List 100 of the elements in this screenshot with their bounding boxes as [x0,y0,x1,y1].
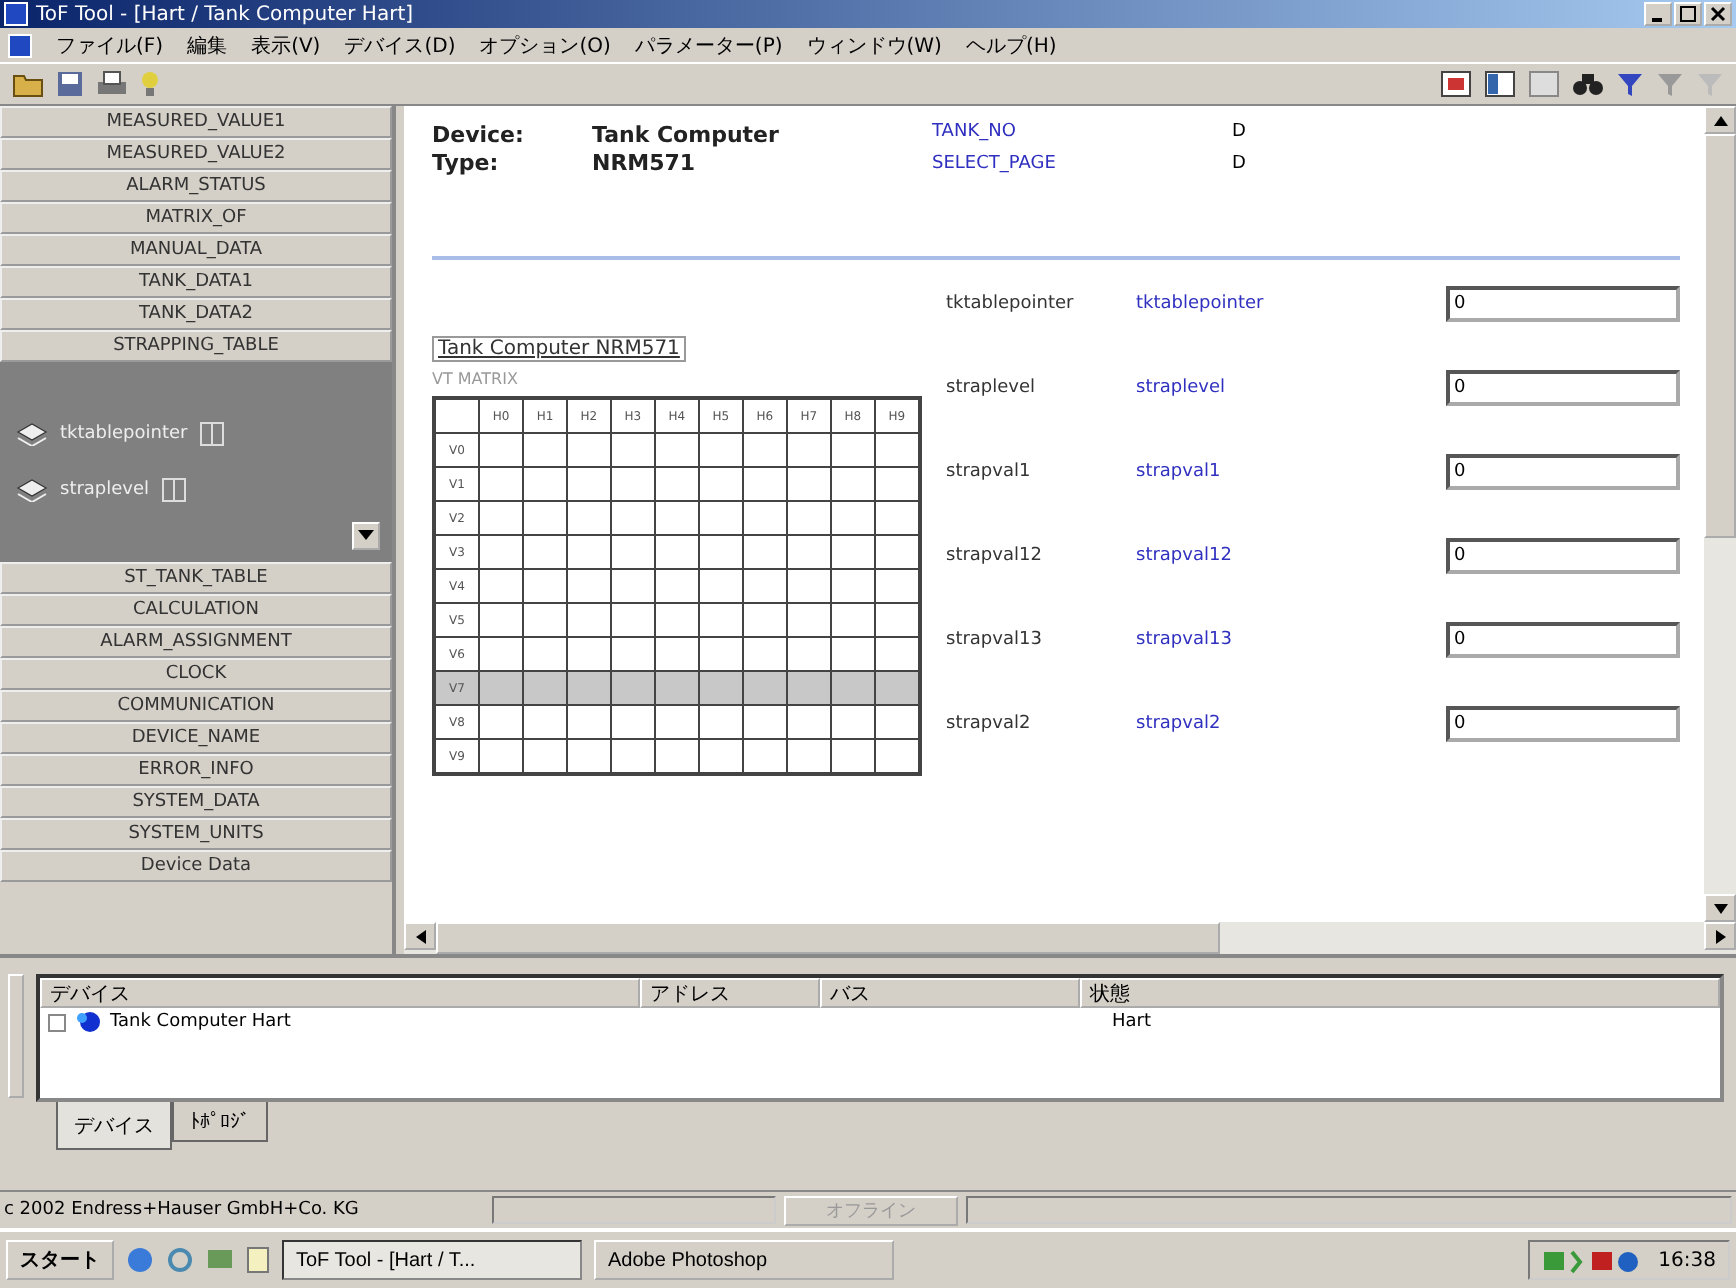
menu-item[interactable]: ウィンドウ(W) [806,31,942,59]
vertical-scrollbar[interactable] [1704,106,1736,922]
input-field[interactable]: 0 [1446,538,1680,574]
parameter-label: strapval1 [946,462,1033,482]
dropdown-button[interactable] [352,522,380,550]
sidebar-item[interactable]: SYSTEM_DATA [0,786,392,818]
tab[interactable]: ﾄﾎﾟﾛｼﾞ [172,1102,268,1142]
binoculars-icon[interactable] [1572,70,1604,98]
note-icon[interactable] [246,1246,270,1274]
device-icon [74,1010,102,1034]
sidebar-item[interactable]: ALARM_STATUS [0,170,392,202]
parameter-label: strapval2 [946,714,1033,734]
sidebar-item[interactable]: STRAPPING_TABLE [0,330,392,362]
parameter-name[interactable]: strapval2 [1136,714,1446,734]
scroll-right-button[interactable] [1704,922,1736,950]
save-icon[interactable] [56,70,84,98]
input-field[interactable]: 0 [1446,622,1680,658]
parameter-label: strapval12 [946,546,1044,566]
print-icon[interactable] [96,70,128,98]
folder-icon[interactable] [12,70,44,98]
parameter-name[interactable]: straplevel [1136,378,1446,398]
column-header[interactable]: 状態 [1080,978,1720,1008]
horizontal-scrollbar[interactable] [404,922,1736,954]
sidebar-item[interactable]: CLOCK [0,658,392,690]
taskbar-button[interactable]: ToF Tool - [Hart / T... [282,1240,582,1280]
panes-icon[interactable] [1484,70,1516,98]
parameter-name[interactable]: TANK_NO [932,122,1232,145]
sidebar-item[interactable]: MEASURED_VALUE2 [0,138,392,170]
expand-icon[interactable] [48,1013,66,1031]
sidebar-item[interactable]: COMMUNICATION [0,690,392,722]
app-icon [4,2,28,26]
menu-item[interactable]: デバイス(D) [344,31,456,59]
parameter-name[interactable]: tktablepointer [1136,294,1446,314]
scroll-down-button[interactable] [1704,894,1736,922]
panel-grip[interactable] [8,974,24,1098]
stack-icon [16,422,48,446]
menu-item[interactable]: ファイル(F) [56,31,164,59]
menu-item[interactable]: 編集 [187,31,228,59]
stack-icon [16,478,48,502]
left-arrow-icon [415,929,425,943]
column-header[interactable]: アドレス [640,978,820,1008]
input-field[interactable]: 0 [1446,370,1680,406]
start-button[interactable]: スタート [6,1240,114,1280]
sidebar-item[interactable]: Device Data [0,850,392,882]
caret-icon [358,530,374,542]
parameter-name[interactable]: SELECT_PAGE [932,153,1232,176]
funnel-icon[interactable] [1616,70,1644,98]
menu-item[interactable]: オプション(O) [479,31,611,59]
menu-item[interactable]: 表示(V) [251,31,321,59]
sidebar-item[interactable]: SYSTEM_UNITS [0,818,392,850]
grid-icon [199,422,224,446]
right-arrow-icon [1715,929,1725,943]
scroll-up-button[interactable] [1704,106,1736,134]
input-field[interactable]: 0 [1446,706,1680,742]
sidebar-item[interactable]: ALARM_ASSIGNMENT [0,626,392,658]
sidebar-item[interactable]: MANUAL_DATA [0,234,392,266]
sidebar-item[interactable]: MATRIX_OF [0,202,392,234]
clock: 16:38 [1658,1249,1716,1271]
parameter-label: tktablepointer [946,294,1076,314]
up-arrow-icon [1713,115,1727,125]
sidebar-item[interactable]: DEVICE_NAME [0,722,392,754]
close-button[interactable] [1704,2,1732,26]
parameter-name[interactable]: strapval13 [1136,630,1446,650]
scroll-left-button[interactable] [404,922,436,950]
sidebar-item[interactable]: ERROR_INFO [0,754,392,786]
parameter-value: D [1232,122,1248,145]
device-name: Tank Computer [592,122,781,148]
window-icon[interactable] [1440,70,1472,98]
globe-icon[interactable] [126,1246,154,1274]
status-mode: オフライン [784,1195,958,1225]
down-arrow-icon [1713,903,1727,913]
sidebar-item[interactable]: MEASURED_VALUE1 [0,106,392,138]
close-icon [1710,6,1726,22]
field-label: Type: [432,150,501,176]
device-type: NRM571 [592,150,698,176]
maximize-button[interactable] [1674,2,1702,26]
taskbar-button[interactable]: Adobe Photoshop [594,1240,894,1280]
minimize-button[interactable] [1644,2,1672,26]
menu-item[interactable]: パラメーター(P) [634,31,783,59]
parameter-value: D [1232,153,1248,176]
window-title: ToF Tool - [Hart / Tank Computer Hart] [36,3,414,25]
parameter-label: straplevel [946,378,1038,398]
input-field[interactable]: 0 [1446,454,1680,490]
field-label: Device: [432,122,526,148]
parameter-name[interactable]: strapval12 [1136,546,1446,566]
sidebar-item[interactable]: CALCULATION [0,594,392,626]
sidebar-item[interactable]: ST_TANK_TABLE [0,562,392,594]
sidebar-item[interactable]: TANK_DATA1 [0,266,392,298]
sidebar-item[interactable]: TANK_DATA2 [0,298,392,330]
parameter-name[interactable]: strapval1 [1136,462,1446,482]
grid-icon[interactable] [1528,70,1560,98]
menu-item[interactable]: ヘルプ(H) [965,31,1057,59]
input-field[interactable]: 0 [1446,286,1680,322]
device-name[interactable]: Tank Computer Hart [110,1012,291,1032]
column-header[interactable]: バス [820,978,1080,1008]
parameter-label: strapval13 [946,630,1044,650]
tab[interactable]: デバイス [56,1102,172,1150]
column-header[interactable]: デバイス [40,978,640,1008]
tray-icons-drawing[interactable] [1542,1246,1643,1274]
bulb-icon[interactable] [140,70,160,98]
